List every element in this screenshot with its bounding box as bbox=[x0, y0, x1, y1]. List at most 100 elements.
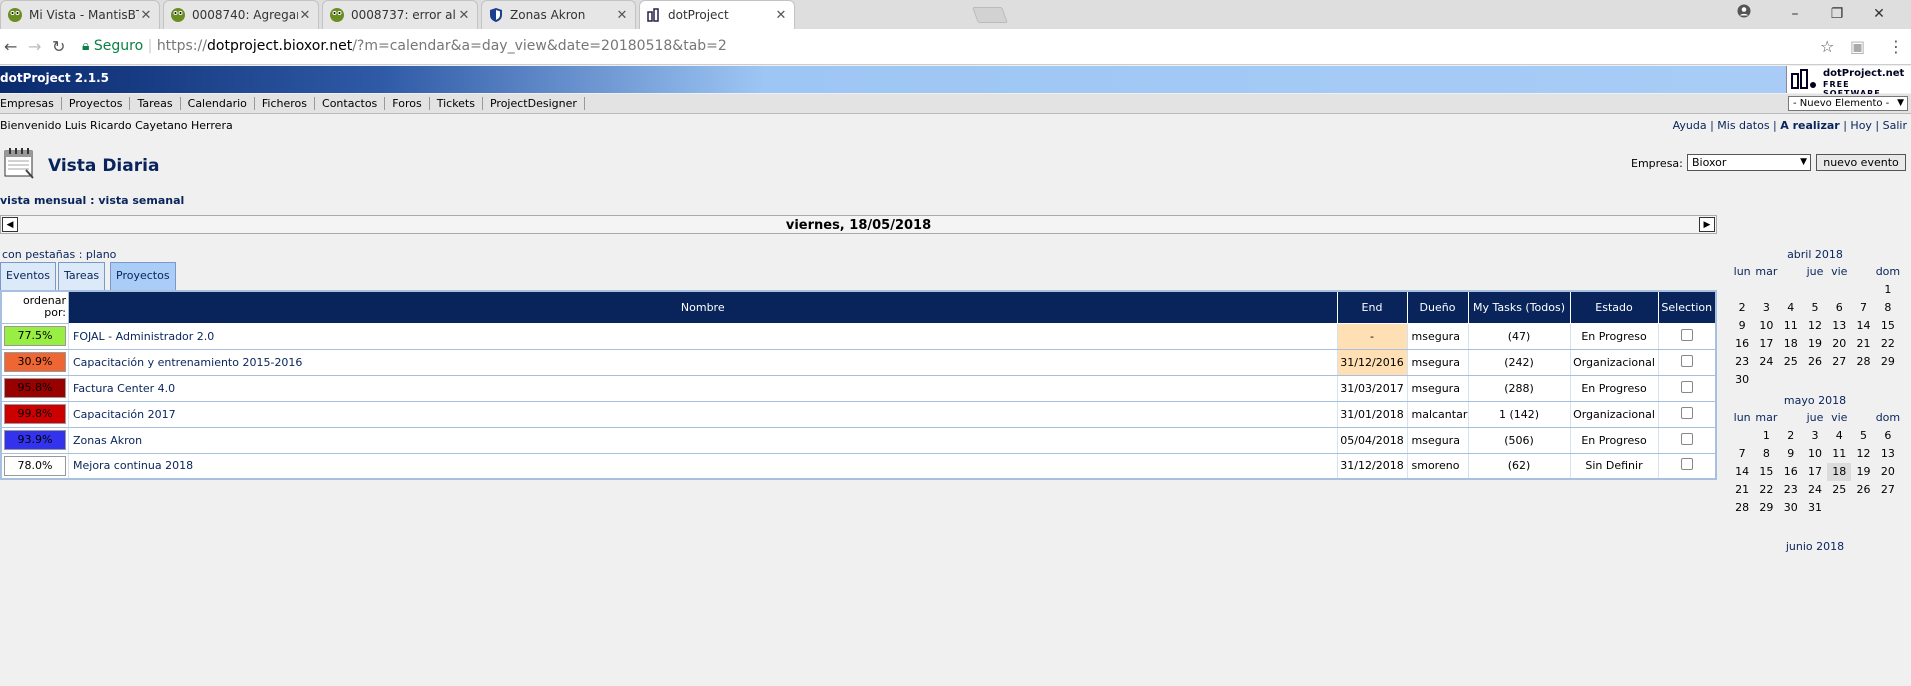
calendar-day[interactable]: 15 bbox=[1754, 463, 1778, 481]
menu-item[interactable]: ProjectDesigner bbox=[483, 97, 585, 110]
calendar-day[interactable]: 28 bbox=[1851, 353, 1875, 371]
status-column-header[interactable]: Estado bbox=[1569, 290, 1659, 324]
owner-column-header[interactable]: Dueño bbox=[1406, 290, 1469, 324]
calendar-day[interactable]: 8 bbox=[1754, 445, 1778, 463]
calendar-day[interactable]: 18 bbox=[1827, 463, 1852, 481]
calendar-day[interactable]: 13 bbox=[1827, 317, 1851, 335]
calendar-day[interactable]: 26 bbox=[1803, 353, 1827, 371]
calendar-day[interactable]: 25 bbox=[1779, 353, 1803, 371]
calendar-day[interactable]: 30 bbox=[1730, 371, 1754, 389]
new-event-button[interactable]: nuevo evento bbox=[1816, 154, 1906, 171]
calendar-day[interactable]: 9 bbox=[1730, 317, 1754, 335]
calendar-day[interactable]: 7 bbox=[1730, 445, 1754, 463]
calendar-day[interactable]: 23 bbox=[1779, 481, 1803, 499]
select-checkbox[interactable] bbox=[1680, 354, 1693, 367]
calendar-day[interactable]: 16 bbox=[1730, 335, 1754, 353]
minimize-icon[interactable]: – bbox=[1784, 4, 1806, 24]
calendar-day[interactable]: 28 bbox=[1730, 499, 1754, 517]
close-tab-icon[interactable]: ✕ bbox=[139, 8, 153, 23]
calendar-day[interactable]: 10 bbox=[1803, 445, 1827, 463]
end-column-header[interactable]: End bbox=[1336, 290, 1408, 324]
calendar-day[interactable]: 3 bbox=[1803, 427, 1827, 445]
calendar-day[interactable]: 4 bbox=[1779, 299, 1803, 317]
browser-tab[interactable]: Mi Vista - MantisBT ✕ bbox=[0, 0, 160, 29]
calendar-day[interactable]: 5 bbox=[1803, 299, 1827, 317]
calendar-day[interactable]: 24 bbox=[1803, 481, 1827, 499]
top-link[interactable]: A realizar bbox=[1780, 119, 1839, 132]
project-name-link[interactable]: FOJAL - Administrador 2.0 bbox=[68, 323, 1338, 350]
tab-proyectos[interactable]: Proyectos bbox=[110, 262, 176, 290]
browser-tab[interactable]: 0008740: Agregar el cam✕ bbox=[163, 0, 319, 29]
sort-by-header[interactable]: ordenar por: bbox=[0, 290, 69, 324]
menu-item[interactable]: Empresas bbox=[0, 97, 62, 110]
calendar-day[interactable]: 4 bbox=[1827, 427, 1851, 445]
calendar-day[interactable]: 12 bbox=[1803, 317, 1827, 335]
profile-icon[interactable] bbox=[1733, 4, 1755, 24]
calendar-day[interactable]: 21 bbox=[1851, 335, 1875, 353]
top-link[interactable]: Mis datos bbox=[1717, 119, 1769, 132]
browser-tab[interactable]: 0008737: error al crear pr✕ bbox=[322, 0, 478, 29]
calendar-day[interactable]: 22 bbox=[1876, 335, 1900, 353]
tab-tareas[interactable]: Tareas bbox=[58, 262, 106, 290]
calendar-month-title[interactable]: mayo 2018 bbox=[1730, 394, 1900, 409]
select-checkbox[interactable] bbox=[1680, 328, 1693, 341]
back-icon[interactable]: ← bbox=[4, 37, 17, 56]
calendar-day[interactable]: 30 bbox=[1779, 499, 1803, 517]
calendar-day[interactable]: 7 bbox=[1851, 299, 1875, 317]
calendar-day[interactable]: 17 bbox=[1754, 335, 1778, 353]
calendar-day[interactable]: 6 bbox=[1827, 299, 1851, 317]
extension-icon[interactable]: ▣ bbox=[1850, 37, 1865, 56]
menu-item[interactable]: Contactos bbox=[315, 97, 386, 110]
calendar-day[interactable]: 12 bbox=[1851, 445, 1875, 463]
new-tab-button[interactable] bbox=[972, 7, 1008, 23]
view-links[interactable]: vista mensual : vista semanal bbox=[0, 194, 184, 207]
calendar-day[interactable]: 2 bbox=[1779, 427, 1803, 445]
calendar-day[interactable]: 21 bbox=[1730, 481, 1754, 499]
restore-icon[interactable]: ❐ bbox=[1826, 4, 1848, 24]
browser-tab[interactable]: dotProject ✕ bbox=[639, 0, 795, 29]
calendar-day[interactable]: 8 bbox=[1876, 299, 1900, 317]
close-tab-icon[interactable]: ✕ bbox=[457, 8, 471, 23]
calendar-day[interactable]: 25 bbox=[1827, 481, 1851, 499]
empresa-select[interactable]: Bioxor ▼ bbox=[1687, 154, 1811, 171]
menu-item[interactable]: Tickets bbox=[430, 97, 483, 110]
calendar-day[interactable]: 15 bbox=[1876, 317, 1900, 335]
calendar-day[interactable]: 29 bbox=[1876, 353, 1900, 371]
calendar-day[interactable]: 1 bbox=[1876, 281, 1900, 299]
url-field[interactable]: 🔒︎ Seguro | https://dotproject.bioxor.ne… bbox=[82, 38, 727, 54]
tasks-column-header[interactable]: My Tasks (Todos) bbox=[1467, 290, 1571, 324]
calendar-day[interactable]: 14 bbox=[1730, 463, 1754, 481]
calendar-day[interactable]: 19 bbox=[1803, 335, 1827, 353]
select-checkbox[interactable] bbox=[1680, 458, 1693, 471]
tab-eventos[interactable]: Eventos bbox=[0, 262, 56, 290]
calendar-day[interactable]: 11 bbox=[1779, 317, 1803, 335]
browser-tab[interactable]: Zonas Akron ✕ bbox=[481, 0, 636, 29]
calendar-day[interactable]: 26 bbox=[1851, 481, 1875, 499]
calendar-day[interactable]: 2 bbox=[1730, 299, 1754, 317]
menu-item[interactable]: Calendario bbox=[181, 97, 255, 110]
calendar-day[interactable]: 27 bbox=[1827, 353, 1851, 371]
top-link[interactable]: Ayuda bbox=[1673, 119, 1707, 132]
calendar-month-title[interactable]: junio 2018 bbox=[1730, 540, 1900, 555]
calendar-day[interactable]: 29 bbox=[1754, 499, 1778, 517]
calendar-day[interactable]: 20 bbox=[1876, 463, 1900, 481]
close-window-icon[interactable]: ✕ bbox=[1868, 4, 1890, 24]
calendar-day[interactable]: 19 bbox=[1851, 463, 1875, 481]
calendar-day[interactable]: 13 bbox=[1876, 445, 1900, 463]
select-checkbox[interactable] bbox=[1680, 380, 1693, 393]
select-checkbox[interactable] bbox=[1680, 432, 1693, 445]
brand-logo[interactable]: dotProject.net FREE SOFTWARE bbox=[1786, 66, 1911, 98]
menu-item[interactable]: Ficheros bbox=[255, 97, 316, 110]
menu-item[interactable]: Foros bbox=[385, 97, 430, 110]
project-name-link[interactable]: Factura Center 4.0 bbox=[68, 375, 1338, 402]
project-name-link[interactable]: Capacitación 2017 bbox=[68, 401, 1338, 428]
project-name-link[interactable]: Mejora continua 2018 bbox=[68, 453, 1338, 480]
bookmark-star-icon[interactable]: ☆ bbox=[1820, 37, 1834, 56]
top-link[interactable]: Salir bbox=[1883, 119, 1907, 132]
calendar-day[interactable]: 18 bbox=[1779, 335, 1803, 353]
calendar-day[interactable]: 17 bbox=[1803, 463, 1827, 481]
close-tab-icon[interactable]: ✕ bbox=[774, 8, 788, 23]
calendar-day[interactable]: 20 bbox=[1827, 335, 1851, 353]
calendar-day[interactable]: 16 bbox=[1779, 463, 1803, 481]
menu-item[interactable]: Proyectos bbox=[62, 97, 131, 110]
